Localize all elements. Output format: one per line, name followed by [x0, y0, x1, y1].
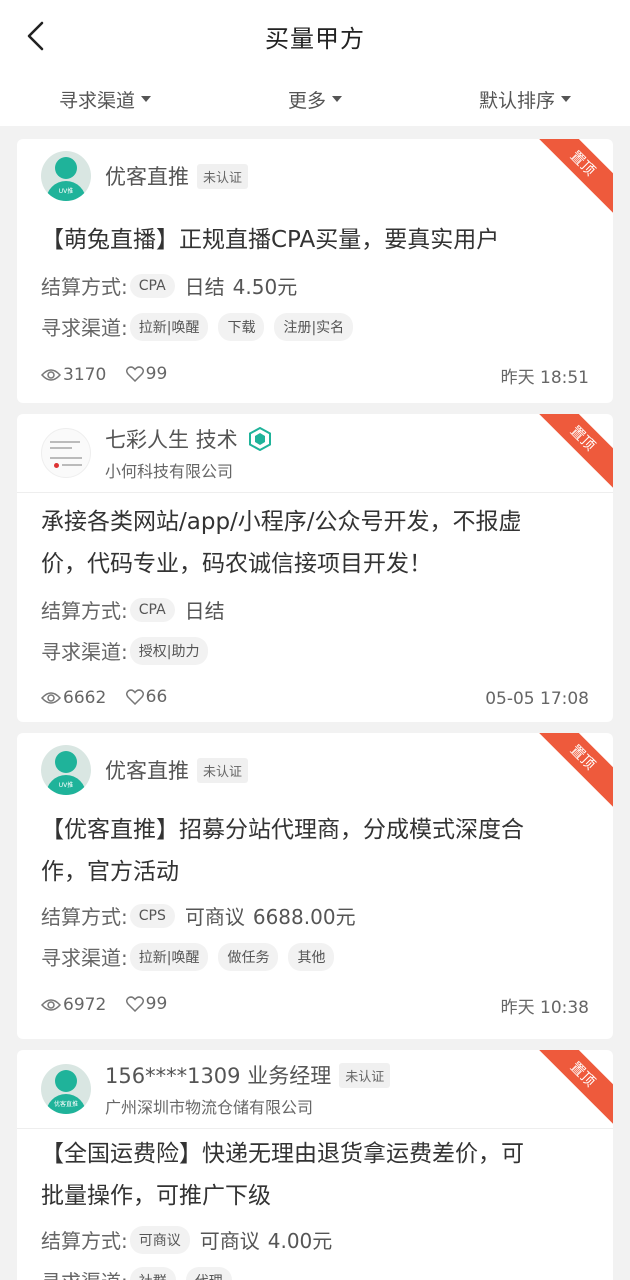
like-count: 99: [125, 994, 167, 1014]
filter-sort[interactable]: 默认排序: [420, 86, 630, 113]
filter-channel[interactable]: 寻求渠道: [0, 86, 210, 113]
post-time: 昨天 10:38: [500, 998, 589, 1018]
caret-down-icon: [561, 96, 571, 102]
unverified-badge: 未认证: [197, 757, 249, 783]
view-count: 6972: [41, 995, 106, 1015]
settlement-cycle: 日结: [184, 275, 225, 299]
page-title: 买量甲方: [265, 24, 365, 53]
filter-more[interactable]: 更多: [210, 86, 420, 113]
avatar[interactable]: UV推: [41, 151, 91, 201]
avatar[interactable]: UV推: [41, 745, 91, 795]
listing-card[interactable]: 置顶 优客直推 156****1309 业务经理 未认证 广州深圳市物流仓储有限…: [17, 1050, 613, 1280]
settlement-row: 结算方式: CPS 可商议 6688.00元: [17, 901, 613, 930]
caret-down-icon: [141, 96, 151, 102]
settlement-type-chip: CPS: [129, 903, 175, 928]
user-name[interactable]: 优客直推: [105, 755, 189, 785]
stats-row: 6662 66 05-05 17:08: [17, 687, 613, 710]
avatar[interactable]: 优客直推: [41, 1064, 91, 1114]
listing-title: 【萌兔直播】正规直播CPA买量，要真实用户: [41, 227, 500, 253]
unverified-badge: 未认证: [339, 1062, 391, 1088]
channel-label: 寻求渠道:: [41, 946, 128, 970]
eye-icon: [41, 369, 61, 381]
heart-icon: [125, 996, 144, 1012]
enterprise-certified-icon: [248, 427, 272, 451]
user-name[interactable]: 优客直推: [105, 161, 189, 191]
listing-card[interactable]: 置顶 UV推 优客直推 未认证 【萌兔直播】正规直播CPA买量，要真实用户 结算…: [17, 139, 613, 403]
settlement-label: 结算方式:: [41, 275, 128, 299]
settlement-type-chip: 可商议: [129, 1225, 190, 1254]
stats-row: 3170 99 昨天 18:51: [17, 363, 613, 388]
company-name: 广州深圳市物流仓储有限公司: [105, 1098, 314, 1117]
settlement-row: 结算方式: CPA 日结 4.50元: [17, 271, 613, 300]
company-name: 小何科技有限公司: [105, 462, 234, 481]
like-count: 66: [125, 687, 167, 707]
divider: [17, 492, 613, 493]
stats-row: 6972 99 昨天 10:38: [17, 993, 613, 1018]
channel-chip: 其他: [288, 942, 335, 971]
like-count: 99: [125, 364, 167, 384]
post-time: 05-05 17:08: [485, 688, 589, 709]
channel-row: 寻求渠道: 授权|助力: [17, 636, 613, 665]
channel-chip: 授权|助力: [129, 636, 209, 665]
channel-row: 寻求渠道: 社群 代理: [17, 1266, 613, 1280]
price: 4.50元: [232, 275, 298, 299]
channel-label: 寻求渠道:: [41, 640, 128, 664]
settlement-label: 结算方式:: [41, 1229, 128, 1253]
back-button[interactable]: [18, 18, 54, 54]
settlement-row: 结算方式: CPA 日结: [17, 595, 613, 624]
channel-chip: 拉新|唤醒: [129, 942, 209, 971]
post-time: 昨天 18:51: [500, 368, 589, 388]
view-count: 6662: [41, 688, 106, 708]
listing-title: 承接各类网站/app/小程序/公众号开发，不报虚 价，代码专业，码农诚信接项目开…: [41, 509, 522, 577]
channel-row: 寻求渠道: 拉新|唤醒 做任务 其他: [17, 942, 613, 971]
avatar[interactable]: [41, 428, 91, 478]
settlement-cycle: 日结: [184, 599, 225, 623]
divider: [17, 1128, 613, 1129]
channel-chip: 社群: [129, 1266, 176, 1280]
channel-row: 寻求渠道: 拉新|唤醒 下载 注册|实名: [17, 312, 613, 341]
settlement-type-chip: CPA: [129, 273, 175, 298]
channel-chip: 拉新|唤醒: [129, 312, 209, 341]
channel-chip: 代理: [185, 1266, 232, 1280]
listing-card[interactable]: 置顶 UV推 优客直推 未认证 【优客直推】招募分站代理商，分成模式深度合 作，…: [17, 733, 613, 1039]
settlement-cycle: 可商议: [184, 905, 245, 929]
listing-card[interactable]: 置顶 七彩人生 技术 小何科技有限公司 承接各类网站/app/小程序/公众号开发…: [17, 414, 613, 722]
listing-title: 【全国运费险】快递无理由退货拿运费差价，可 批量操作，可推广下级: [41, 1141, 524, 1209]
listing-title: 【优客直推】招募分站代理商，分成模式深度合 作，官方活动: [41, 817, 524, 885]
settlement-cycle: 可商议: [199, 1229, 260, 1253]
channel-label: 寻求渠道:: [41, 316, 128, 340]
view-count: 3170: [41, 365, 106, 385]
filter-bar: 寻求渠道 更多 默认排序: [0, 72, 630, 126]
settlement-label: 结算方式:: [41, 905, 128, 929]
unverified-badge: 未认证: [197, 163, 249, 189]
channel-chip: 做任务: [218, 942, 279, 971]
settlement-row: 结算方式: 可商议 可商议 4.00元: [17, 1225, 613, 1254]
price: 4.00元: [267, 1229, 333, 1253]
heart-icon: [125, 689, 144, 705]
caret-down-icon: [332, 96, 342, 102]
user-name[interactable]: 156****1309 业务经理: [105, 1060, 331, 1090]
chevron-left-icon: [27, 21, 44, 51]
settlement-label: 结算方式:: [41, 599, 128, 623]
filter-sort-label: 默认排序: [478, 89, 555, 112]
settlement-type-chip: CPA: [129, 597, 175, 622]
user-name[interactable]: 七彩人生 技术: [105, 424, 238, 454]
eye-icon: [41, 999, 61, 1011]
price: 6688.00元: [252, 905, 356, 929]
top-bar: 买量甲方: [0, 0, 630, 72]
filter-more-label: 更多: [287, 89, 326, 112]
filter-channel-label: 寻求渠道: [58, 89, 135, 112]
channel-label: 寻求渠道:: [41, 1266, 128, 1280]
channel-chip: 下载: [218, 312, 265, 341]
channel-chip: 注册|实名: [274, 312, 354, 341]
eye-icon: [41, 692, 61, 704]
heart-icon: [125, 366, 144, 382]
